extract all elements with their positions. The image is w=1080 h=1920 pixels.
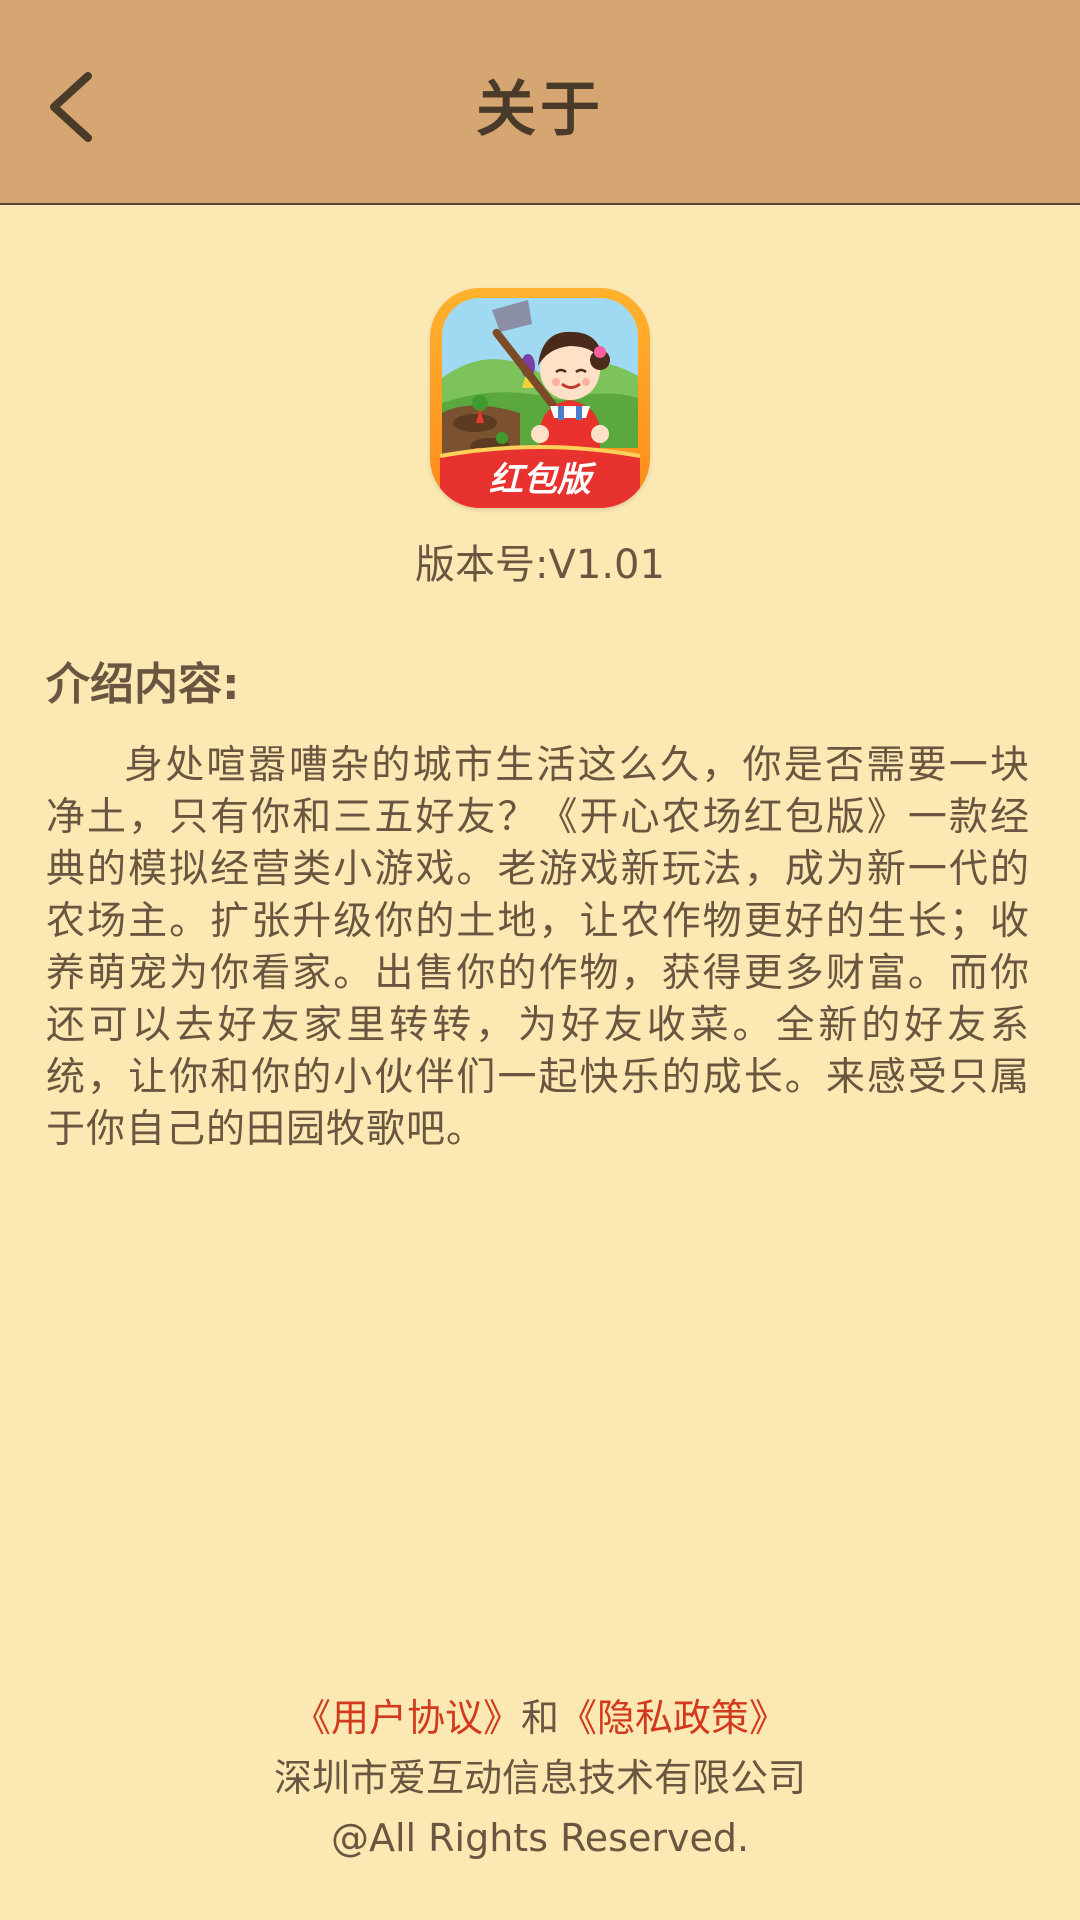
conjunction-text: 和	[520, 1696, 559, 1740]
page-title: 关于	[476, 75, 604, 145]
intro-paragraph: 身处喧嚣嘈杂的城市生活这么久，你是否需要一块净土，只有你和三五好友？《开心农场红…	[46, 743, 1030, 1152]
version-label: 版本号:V1.01	[415, 542, 665, 588]
app-icon-badge-text: 红包版	[489, 460, 597, 500]
top-app-bar: 关于	[0, 0, 1080, 205]
privacy-policy-link[interactable]: 《隐私政策》	[559, 1696, 787, 1740]
user-agreement-link[interactable]: 《用户协议》	[293, 1696, 521, 1740]
company-name: 深圳市爱互动信息技术有限公司	[273, 1756, 806, 1800]
copyright-text: @All Rights Reserved.	[330, 1816, 750, 1860]
app-icon: 红包版	[430, 288, 650, 508]
intro-heading: 介绍内容:	[46, 659, 240, 710]
legal-links: 《用户协议》和《隐私政策》	[0, 1690, 1080, 1746]
